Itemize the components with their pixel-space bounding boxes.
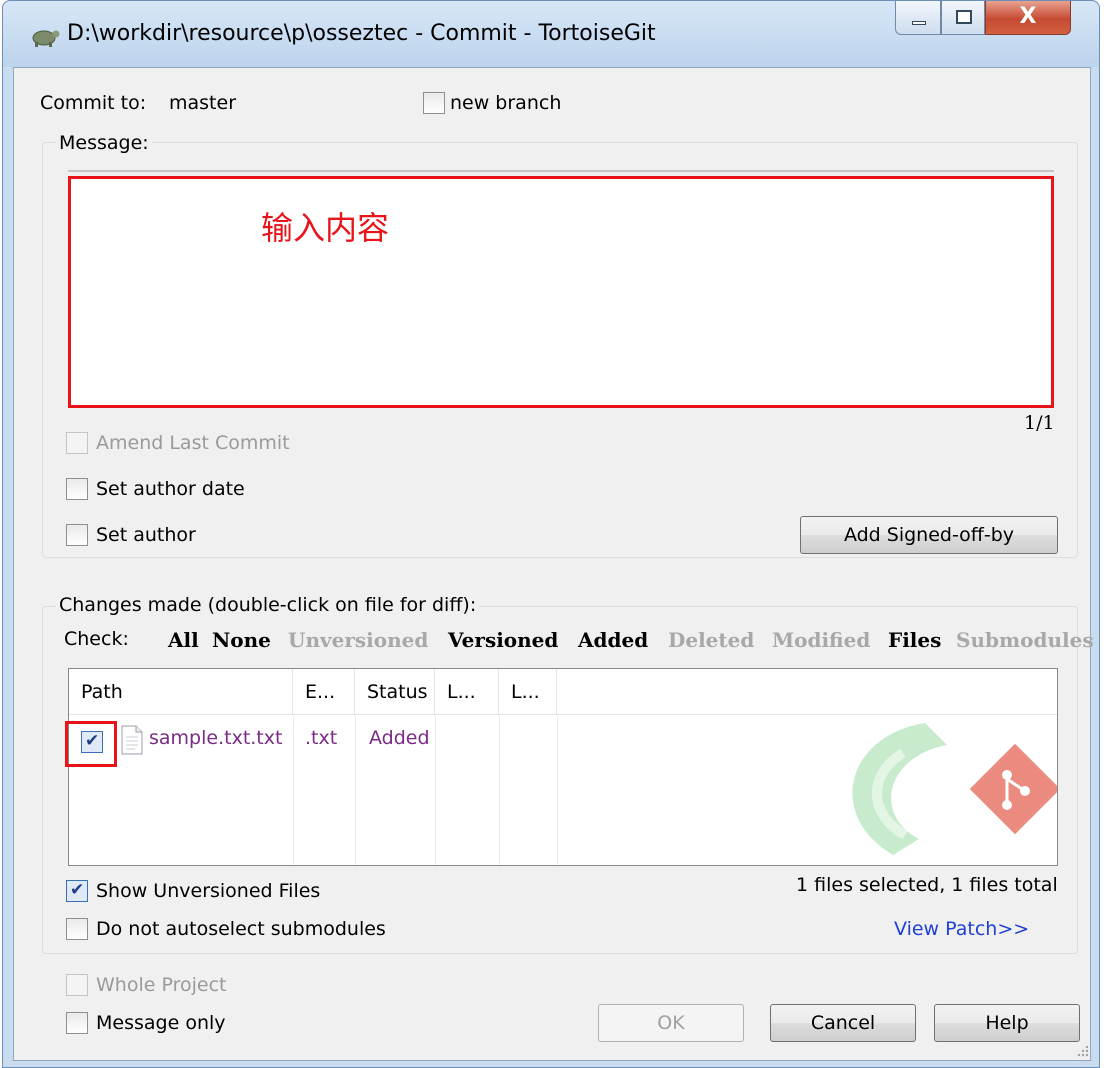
no-autoselect-submodules-checkbox[interactable]: [66, 918, 88, 940]
selection-summary: 1 files selected, 1 files total: [796, 874, 1058, 896]
filter-versioned[interactable]: Versioned: [448, 628, 558, 652]
title-bar[interactable]: D:\workdir\resource\p\osseztec - Commit …: [3, 1, 1099, 67]
message-toolbar-line: [68, 170, 1054, 172]
whole-project-label: Whole Project: [96, 974, 227, 996]
message-only-label: Message only: [96, 1012, 226, 1034]
set-author-label: Set author: [96, 524, 196, 546]
branch-name: master: [169, 92, 237, 114]
changes-file-list[interactable]: Path E... Status L... L... ✔ sample.txt.…: [65, 668, 1058, 866]
minimize-icon: [912, 21, 926, 25]
add-signed-off-by-button[interactable]: Add Signed-off-by: [800, 516, 1058, 554]
resize-grip-icon[interactable]: [1074, 1042, 1090, 1058]
file-row-checkbox[interactable]: [81, 731, 103, 753]
show-unversioned-checkbox[interactable]: [66, 880, 88, 902]
filter-deleted[interactable]: Deleted: [668, 628, 754, 652]
message-input[interactable]: 输入内容: [68, 176, 1054, 408]
message-counter: 1/1: [1024, 412, 1055, 434]
set-author-date-checkbox[interactable]: [66, 478, 88, 500]
maximize-button[interactable]: [941, 1, 985, 35]
column-extension[interactable]: E...: [293, 669, 355, 715]
message-hint-text: 输入内容: [261, 209, 390, 247]
filter-added[interactable]: Added: [578, 628, 648, 652]
whole-project-checkbox[interactable]: [66, 974, 88, 996]
check-label: Check:: [64, 628, 129, 650]
new-branch-checkbox[interactable]: [423, 92, 445, 114]
close-button[interactable]: X: [985, 1, 1071, 35]
file-path: sample.txt.txt: [149, 727, 283, 749]
filter-modified[interactable]: Modified: [772, 628, 870, 652]
view-patch-link[interactable]: View Patch>>: [894, 918, 1029, 940]
text-file-icon: [121, 725, 143, 755]
filter-unversioned[interactable]: Unversioned: [288, 628, 428, 652]
column-path[interactable]: Path: [69, 669, 293, 715]
commit-dialog: D:\workdir\resource\p\osseztec - Commit …: [2, 0, 1100, 1068]
window-title: D:\workdir\resource\p\osseztec - Commit …: [67, 21, 656, 46]
changes-group-label: Changes made (double-click on file for d…: [56, 594, 480, 616]
filter-all[interactable]: All: [168, 628, 199, 652]
new-branch-label: new branch: [450, 92, 562, 114]
minimize-button[interactable]: [895, 1, 941, 35]
no-autoselect-submodules-label: Do not autoselect submodules: [96, 918, 386, 940]
file-extension: .txt: [305, 727, 338, 749]
tortoise-icon: [32, 30, 60, 47]
tortoisegit-logo-icon: [852, 723, 1057, 855]
show-unversioned-label: Show Unversioned Files: [96, 880, 321, 902]
commit-to-label: Commit to:: [40, 92, 147, 114]
filter-files[interactable]: Files: [888, 628, 941, 652]
filter-submodules[interactable]: Submodules: [956, 628, 1094, 652]
cancel-button[interactable]: Cancel: [770, 1004, 916, 1042]
help-button[interactable]: Help: [934, 1004, 1080, 1042]
message-only-checkbox[interactable]: [66, 1012, 88, 1034]
message-group-label: Message:: [56, 132, 152, 154]
column-lines-removed[interactable]: L...: [499, 669, 557, 715]
amend-last-commit-checkbox[interactable]: [66, 432, 88, 454]
file-status: Added: [369, 727, 430, 749]
close-icon: X: [1019, 4, 1037, 29]
ok-button[interactable]: OK: [598, 1004, 744, 1042]
set-author-date-label: Set author date: [96, 478, 245, 500]
maximize-icon: [956, 10, 972, 24]
column-lines-added[interactable]: L...: [435, 669, 499, 715]
column-status[interactable]: Status: [355, 669, 435, 715]
dialog-body: Commit to: master new branch Message: 输入…: [13, 67, 1094, 1061]
set-author-checkbox[interactable]: [66, 524, 88, 546]
amend-last-commit-label: Amend Last Commit: [96, 432, 290, 454]
file-list-header: Path E... Status L... L...: [69, 669, 1057, 715]
filter-none[interactable]: None: [212, 628, 271, 652]
